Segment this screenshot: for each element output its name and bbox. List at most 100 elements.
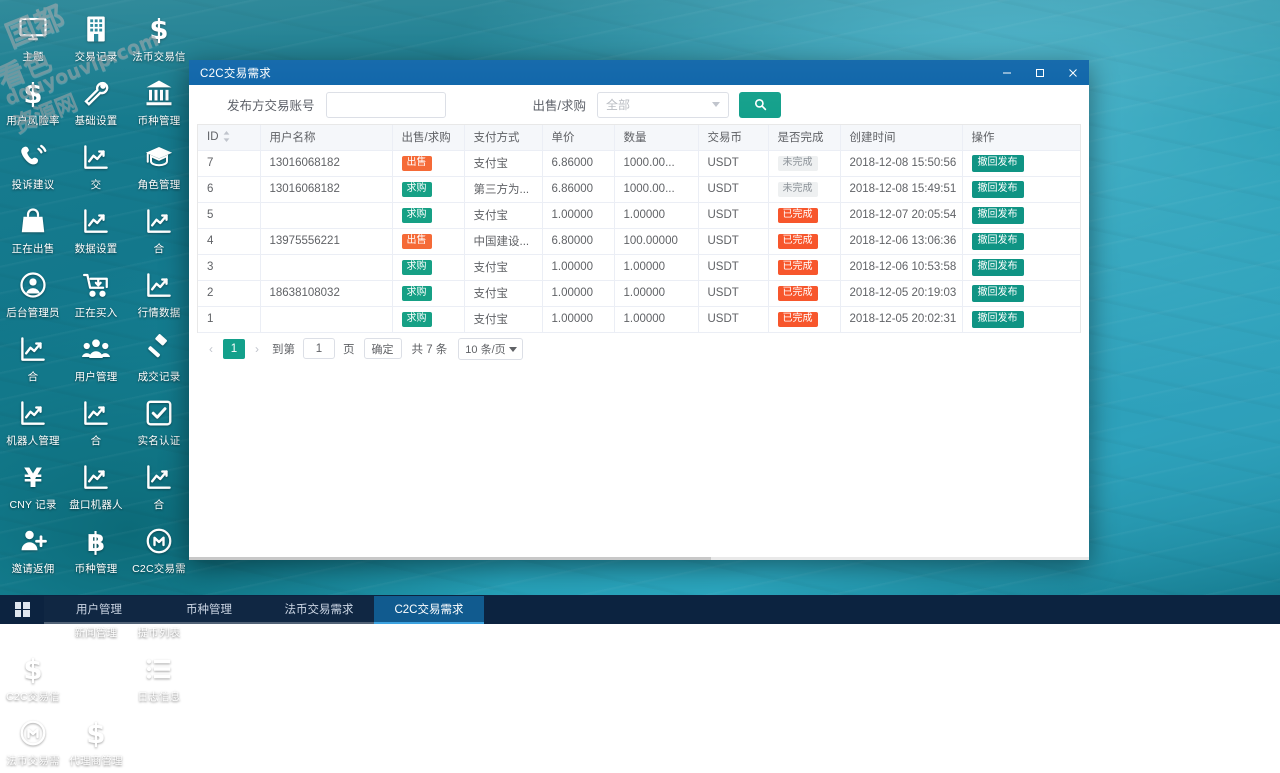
- desktop-icon-成交记录[interactable]: 成交记录: [128, 326, 190, 389]
- pagination-prev-button[interactable]: ‹: [201, 338, 221, 360]
- desktop-icon-实名认证[interactable]: 实名认证: [128, 390, 190, 453]
- withdraw-publish-button[interactable]: 撤回发布: [972, 311, 1024, 328]
- table-column-label: 是否完成: [778, 132, 824, 144]
- withdraw-publish-button[interactable]: 撤回发布: [972, 285, 1024, 302]
- scrollbar-thumb[interactable]: [189, 557, 711, 560]
- withdraw-publish-button[interactable]: 撤回发布: [972, 233, 1024, 250]
- desktop-icon-数据设置[interactable]: 数据设置: [65, 198, 127, 261]
- yen-icon: ¥: [16, 460, 50, 494]
- desktop-icon-机器人管理[interactable]: 机器人管理: [2, 390, 64, 453]
- table-row[interactable]: 613016068182求购第三方为...6.860001000.00...US…: [198, 176, 1080, 202]
- taskbar-item[interactable]: 用户管理: [44, 596, 154, 624]
- window-titlebar[interactable]: C2C交易需求: [189, 60, 1089, 85]
- desktop-icon-合[interactable]: 合: [128, 454, 190, 517]
- desktop-icon-法币交易信[interactable]: $法币交易信: [128, 6, 190, 69]
- table-column-header: 是否完成: [768, 125, 840, 150]
- desktop-icon-label: 用户风险率: [6, 113, 60, 128]
- chart-icon: [79, 460, 113, 494]
- withdraw-publish-button[interactable]: 撤回发布: [972, 155, 1024, 172]
- page-size-select[interactable]: 10 条/页: [458, 338, 522, 360]
- trade-type-badge: 求购: [402, 260, 432, 275]
- taskbar-item[interactable]: 法币交易需求: [264, 596, 374, 624]
- desktop-icon-邀请返佣[interactable]: 邀请返佣: [2, 518, 64, 581]
- svg-text:$: $: [86, 718, 105, 748]
- type-filter-select[interactable]: 全部: [597, 92, 729, 118]
- cell-coin: USDT: [698, 306, 768, 332]
- cell-status: 未完成: [768, 176, 840, 202]
- minimize-icon[interactable]: [990, 60, 1023, 85]
- jump-page-input[interactable]: [303, 338, 335, 359]
- desktop-icon-代理商管理[interactable]: $代理商管理: [65, 710, 127, 773]
- desktop-icon-合[interactable]: 合: [2, 326, 64, 389]
- close-icon[interactable]: [1056, 60, 1089, 85]
- desktop-icon-盘口机器人[interactable]: 盘口机器人: [65, 454, 127, 517]
- desktop-icon-用户管理[interactable]: 用户管理: [65, 326, 127, 389]
- pagination-page-1[interactable]: 1: [223, 339, 245, 359]
- table-row[interactable]: 5求购支付宝1.000001.00000USDT已完成2018-12-07 20…: [198, 202, 1080, 228]
- table-row[interactable]: 218638108032求购支付宝1.000001.00000USDT已完成20…: [198, 280, 1080, 306]
- cell-created-time: 2018-12-08 15:49:51: [840, 176, 962, 202]
- desktop-icon-合[interactable]: 合: [65, 390, 127, 453]
- withdraw-publish-button[interactable]: 撤回发布: [972, 259, 1024, 276]
- desktop-icon-基础设置[interactable]: 基础设置: [65, 70, 127, 133]
- windows-logo-icon: [15, 602, 30, 617]
- desktop-icon-角色管理[interactable]: 角色管理: [128, 134, 190, 197]
- desktop-icon-C2C交易需[interactable]: C2C交易需: [128, 518, 190, 581]
- publisher-account-label: 发布方交易账号: [227, 95, 315, 114]
- pagination-next-button[interactable]: ›: [247, 338, 267, 360]
- desktop-icon-CNY 记录[interactable]: ¥CNY 记录: [2, 454, 64, 517]
- cell-id: 4: [198, 228, 260, 254]
- desktop-icon-行情数据[interactable]: 行情数据: [128, 262, 190, 325]
- start-button[interactable]: [0, 595, 44, 624]
- cell-coin: USDT: [698, 254, 768, 280]
- desktop-icon-投诉建议[interactable]: 投诉建议: [2, 134, 64, 197]
- desktop-icon-label: 合: [154, 497, 165, 512]
- trade-type-badge: 出售: [402, 156, 432, 171]
- desktop-icon-交[interactable]: 交: [65, 134, 127, 197]
- desktop-icon-label: 数据设置: [75, 241, 118, 256]
- cell-created-time: 2018-12-07 20:05:54: [840, 202, 962, 228]
- table-column-label: 用户名称: [270, 132, 316, 144]
- cell-id: 3: [198, 254, 260, 280]
- table-row[interactable]: 713016068182出售支付宝6.860001000.00...USDT未完…: [198, 150, 1080, 176]
- desktop-icon-交易记录[interactable]: 交易记录: [65, 6, 127, 69]
- cell-actions: 撤回发布: [962, 176, 1080, 202]
- horizontal-scrollbar[interactable]: [189, 557, 1089, 560]
- jump-to-label: 到第: [272, 341, 295, 357]
- desktop-icon-日志信息[interactable]: 日志信息: [128, 646, 190, 709]
- maximize-icon[interactable]: [1023, 60, 1056, 85]
- desktop-icon-币种管理[interactable]: ฿币种管理: [65, 518, 127, 581]
- cell-quantity: 1.00000: [614, 280, 698, 306]
- table-row[interactable]: 3求购支付宝1.000001.00000USDT已完成2018-12-06 10…: [198, 254, 1080, 280]
- taskbar-item[interactable]: 币种管理: [154, 596, 264, 624]
- chevron-down-icon: [509, 347, 517, 352]
- desktop-icon-正在出售[interactable]: 正在出售: [2, 198, 64, 261]
- desktop-icon-label: 基础设置: [75, 113, 118, 128]
- desktop-icon-主题[interactable]: 主题: [2, 6, 64, 69]
- withdraw-publish-button[interactable]: 撤回发布: [972, 181, 1024, 198]
- cell-coin: USDT: [698, 150, 768, 176]
- table-row[interactable]: 413975556221出售中国建设...6.80000100.00000USD…: [198, 228, 1080, 254]
- table-column-header: 创建时间: [840, 125, 962, 150]
- table-header-row: ID用户名称出售/求购支付方式单价数量交易币是否完成创建时间操作: [198, 125, 1080, 150]
- cart-icon: [79, 268, 113, 302]
- table-column-header: 交易币: [698, 125, 768, 150]
- search-button[interactable]: [739, 92, 781, 118]
- desktop-icon-C2C交易信[interactable]: $C2C交易信: [2, 646, 64, 709]
- table-column-header[interactable]: ID: [198, 125, 260, 150]
- chart-icon: [79, 204, 113, 238]
- desktop-icon-用户风险率[interactable]: $用户风险率: [2, 70, 64, 133]
- confirm-jump-button[interactable]: 确定: [364, 338, 402, 359]
- desktop-icon-币种管理[interactable]: 币种管理: [128, 70, 190, 133]
- cell-status: 已完成: [768, 254, 840, 280]
- publisher-account-input[interactable]: [326, 92, 446, 118]
- bitcoin-icon: ฿: [79, 524, 113, 558]
- desktop-icon-正在买入[interactable]: 正在买入: [65, 262, 127, 325]
- withdraw-publish-button[interactable]: 撤回发布: [972, 207, 1024, 224]
- desktop-icon-法币交易需[interactable]: 法币交易需: [2, 710, 64, 773]
- desktop-icon-后台管理员[interactable]: 后台管理员: [2, 262, 64, 325]
- sort-arrows-icon[interactable]: [223, 130, 230, 142]
- table-row[interactable]: 1求购支付宝1.000001.00000USDT已完成2018-12-05 20…: [198, 306, 1080, 332]
- desktop-icon-合[interactable]: 合: [128, 198, 190, 261]
- taskbar-item[interactable]: C2C交易需求: [374, 596, 484, 624]
